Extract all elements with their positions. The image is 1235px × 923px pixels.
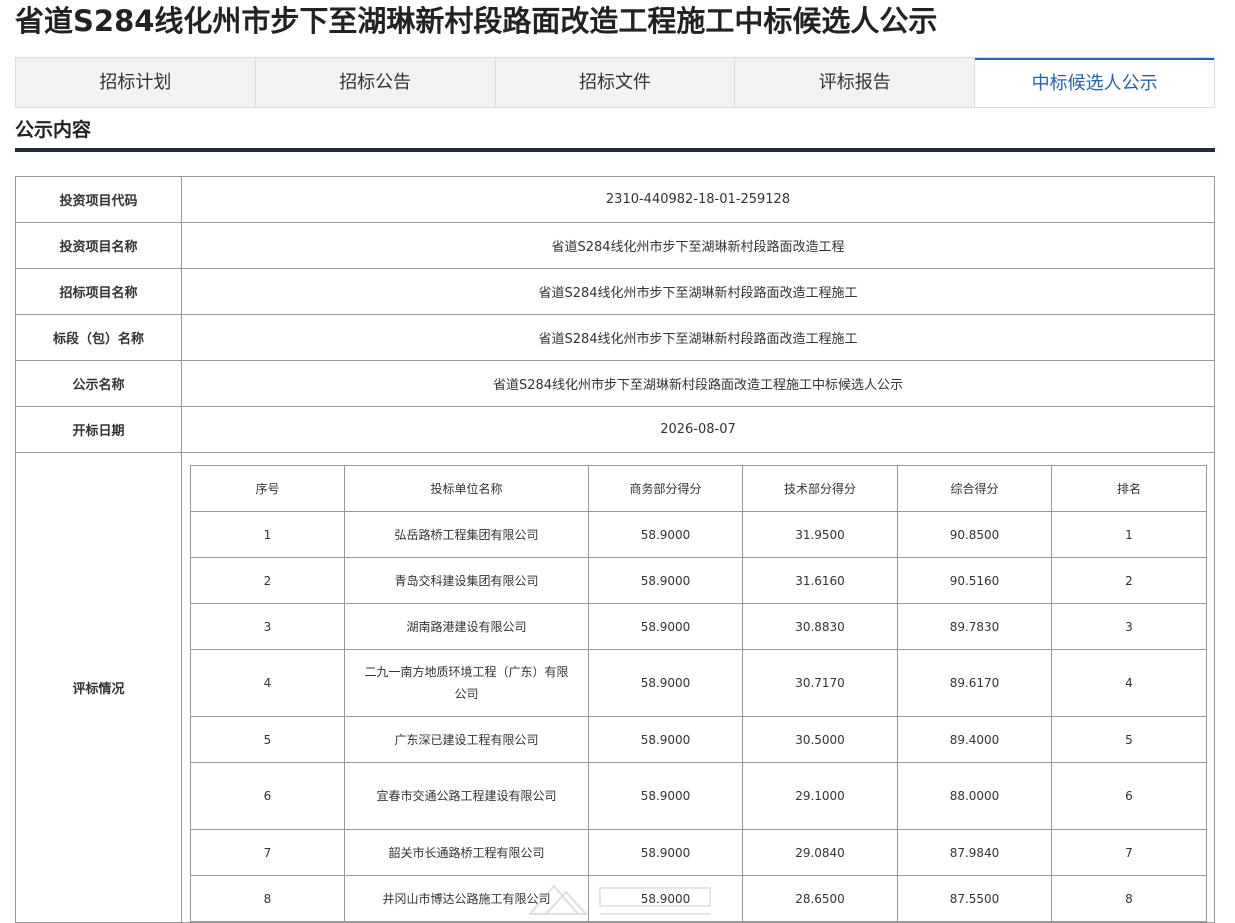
total-score: 87.9840 [897, 829, 1052, 876]
total-score: 87.5500 [897, 875, 1052, 922]
business-score: 58.9000 [588, 603, 743, 650]
info-label: 投资项目代码 [15, 176, 182, 223]
rank-index: 1 [190, 511, 345, 558]
bidder-name: 宜春市交通公路工程建设有限公司 [344, 762, 589, 830]
column-header: 排名 [1051, 465, 1207, 512]
technical-score: 30.5000 [742, 716, 898, 763]
evaluation-header-row: 序号 投标单位名称 商务部分得分 技术部分得分 综合得分 排名 [190, 465, 1207, 512]
info-row-project-name: 投资项目名称 省道S284线化州市步下至湖琳新村段路面改造工程 [15, 222, 1215, 269]
table-row: 3 湖南路港建设有限公司 58.9000 30.8830 89.7830 3 [190, 603, 1207, 650]
tab-bidding-announcement[interactable]: 招标公告 [256, 58, 496, 107]
rank-index: 3 [190, 603, 345, 650]
ranking: 7 [1051, 829, 1207, 876]
total-score: 89.4000 [897, 716, 1052, 763]
rank-index: 7 [190, 829, 345, 876]
table-row: 5 广东深已建设工程有限公司 58.9000 30.5000 89.4000 5 [190, 716, 1207, 763]
business-score: 58.9000 [588, 511, 743, 558]
ranking: 6 [1051, 762, 1207, 830]
ranking: 4 [1051, 649, 1207, 717]
rank-index: 2 [190, 557, 345, 604]
business-score: 58.9000 [588, 716, 743, 763]
bidder-name: 广东深已建设工程有限公司 [344, 716, 589, 763]
bidder-name: 井冈山市博达公路施工有限公司 [344, 875, 589, 922]
technical-score: 30.7170 [742, 649, 898, 717]
evaluation-cell: 序号 投标单位名称 商务部分得分 技术部分得分 综合得分 排名 1 弘岳路桥工程… [181, 452, 1215, 923]
business-score: 58.9000 [588, 829, 743, 876]
rank-index: 4 [190, 649, 345, 717]
evaluation-table: 序号 投标单位名称 商务部分得分 技术部分得分 综合得分 排名 1 弘岳路桥工程… [190, 465, 1207, 922]
notice-info-table: 投资项目代码 2310-440982-18-01-259128 投资项目名称 省… [15, 176, 1215, 923]
business-score: 58.9000 [588, 875, 743, 922]
info-label: 公示名称 [15, 360, 182, 407]
info-row-open-date: 开标日期 2026-08-07 [15, 406, 1215, 453]
technical-score: 30.8830 [742, 603, 898, 650]
tab-bidding-plan[interactable]: 招标计划 [16, 58, 256, 107]
business-score: 58.9000 [588, 762, 743, 830]
rank-index: 6 [190, 762, 345, 830]
bidder-name: 弘岳路桥工程集团有限公司 [344, 511, 589, 558]
business-score: 58.9000 [588, 557, 743, 604]
column-header: 投标单位名称 [344, 465, 589, 512]
column-header: 综合得分 [897, 465, 1052, 512]
info-row-evaluation: 评标情况 序号 投标单位名称 商务部分得分 技术部分得分 综合得分 排名 1 弘… [15, 452, 1215, 923]
section-header: 公示内容 [15, 108, 1215, 152]
info-label: 标段（包）名称 [15, 314, 182, 361]
info-value: 省道S284线化州市步下至湖琳新村段路面改造工程施工 [181, 268, 1215, 315]
total-score: 88.0000 [897, 762, 1052, 830]
info-row-notice-name: 公示名称 省道S284线化州市步下至湖琳新村段路面改造工程施工中标候选人公示 [15, 360, 1215, 407]
info-row-project-code: 投资项目代码 2310-440982-18-01-259128 [15, 176, 1215, 223]
table-row: 6 宜春市交通公路工程建设有限公司 58.9000 29.1000 88.000… [190, 762, 1207, 830]
tab-bar: 招标计划 招标公告 招标文件 评标报告 中标候选人公示 [15, 57, 1215, 108]
info-value: 省道S284线化州市步下至湖琳新村段路面改造工程施工 [181, 314, 1215, 361]
ranking: 3 [1051, 603, 1207, 650]
info-label: 投资项目名称 [15, 222, 182, 269]
ranking: 2 [1051, 557, 1207, 604]
bidder-name: 韶关市长通路桥工程有限公司 [344, 829, 589, 876]
column-header: 商务部分得分 [588, 465, 743, 512]
bidder-name: 青岛交科建设集团有限公司 [344, 557, 589, 604]
column-header: 序号 [190, 465, 345, 512]
section-title: 公示内容 [15, 119, 92, 141]
rank-index: 5 [190, 716, 345, 763]
table-row: 8 井冈山市博达公路施工有限公司 58.9000 28.6500 87.5500… [190, 875, 1207, 922]
ranking: 8 [1051, 875, 1207, 922]
bidder-name: 二九一南方地质环境工程（广东）有限公司 [344, 649, 589, 717]
info-value: 2026-08-07 [181, 406, 1215, 453]
total-score: 89.6170 [897, 649, 1052, 717]
info-value: 2310-440982-18-01-259128 [181, 176, 1215, 223]
info-row-section-name: 标段（包）名称 省道S284线化州市步下至湖琳新村段路面改造工程施工 [15, 314, 1215, 361]
tab-winning-candidates[interactable]: 中标候选人公示 [975, 58, 1214, 107]
info-label: 招标项目名称 [15, 268, 182, 315]
tab-bidding-documents[interactable]: 招标文件 [496, 58, 736, 107]
technical-score: 29.1000 [742, 762, 898, 830]
technical-score: 31.6160 [742, 557, 898, 604]
table-row: 2 青岛交科建设集团有限公司 58.9000 31.6160 90.5160 2 [190, 557, 1207, 604]
table-row: 7 韶关市长通路桥工程有限公司 58.9000 29.0840 87.9840 … [190, 829, 1207, 876]
ranking: 5 [1051, 716, 1207, 763]
technical-score: 31.9500 [742, 511, 898, 558]
info-label: 开标日期 [15, 406, 182, 453]
rank-index: 8 [190, 875, 345, 922]
total-score: 89.7830 [897, 603, 1052, 650]
bidder-name: 湖南路港建设有限公司 [344, 603, 589, 650]
info-value: 省道S284线化州市步下至湖琳新村段路面改造工程施工中标候选人公示 [181, 360, 1215, 407]
technical-score: 29.0840 [742, 829, 898, 876]
info-value: 省道S284线化州市步下至湖琳新村段路面改造工程 [181, 222, 1215, 269]
total-score: 90.8500 [897, 511, 1052, 558]
page-title: 省道S284线化州市步下至湖琳新村段路面改造工程施工中标候选人公示 [15, 4, 938, 38]
tab-evaluation-report[interactable]: 评标报告 [735, 58, 976, 107]
info-row-tender-name: 招标项目名称 省道S284线化州市步下至湖琳新村段路面改造工程施工 [15, 268, 1215, 315]
table-row: 1 弘岳路桥工程集团有限公司 58.9000 31.9500 90.8500 1 [190, 511, 1207, 558]
total-score: 90.5160 [897, 557, 1052, 604]
technical-score: 28.6500 [742, 875, 898, 922]
business-score: 58.9000 [588, 649, 743, 717]
info-label: 评标情况 [15, 452, 182, 923]
ranking: 1 [1051, 511, 1207, 558]
column-header: 技术部分得分 [742, 465, 898, 512]
table-row: 4 二九一南方地质环境工程（广东）有限公司 58.9000 30.7170 89… [190, 649, 1207, 717]
